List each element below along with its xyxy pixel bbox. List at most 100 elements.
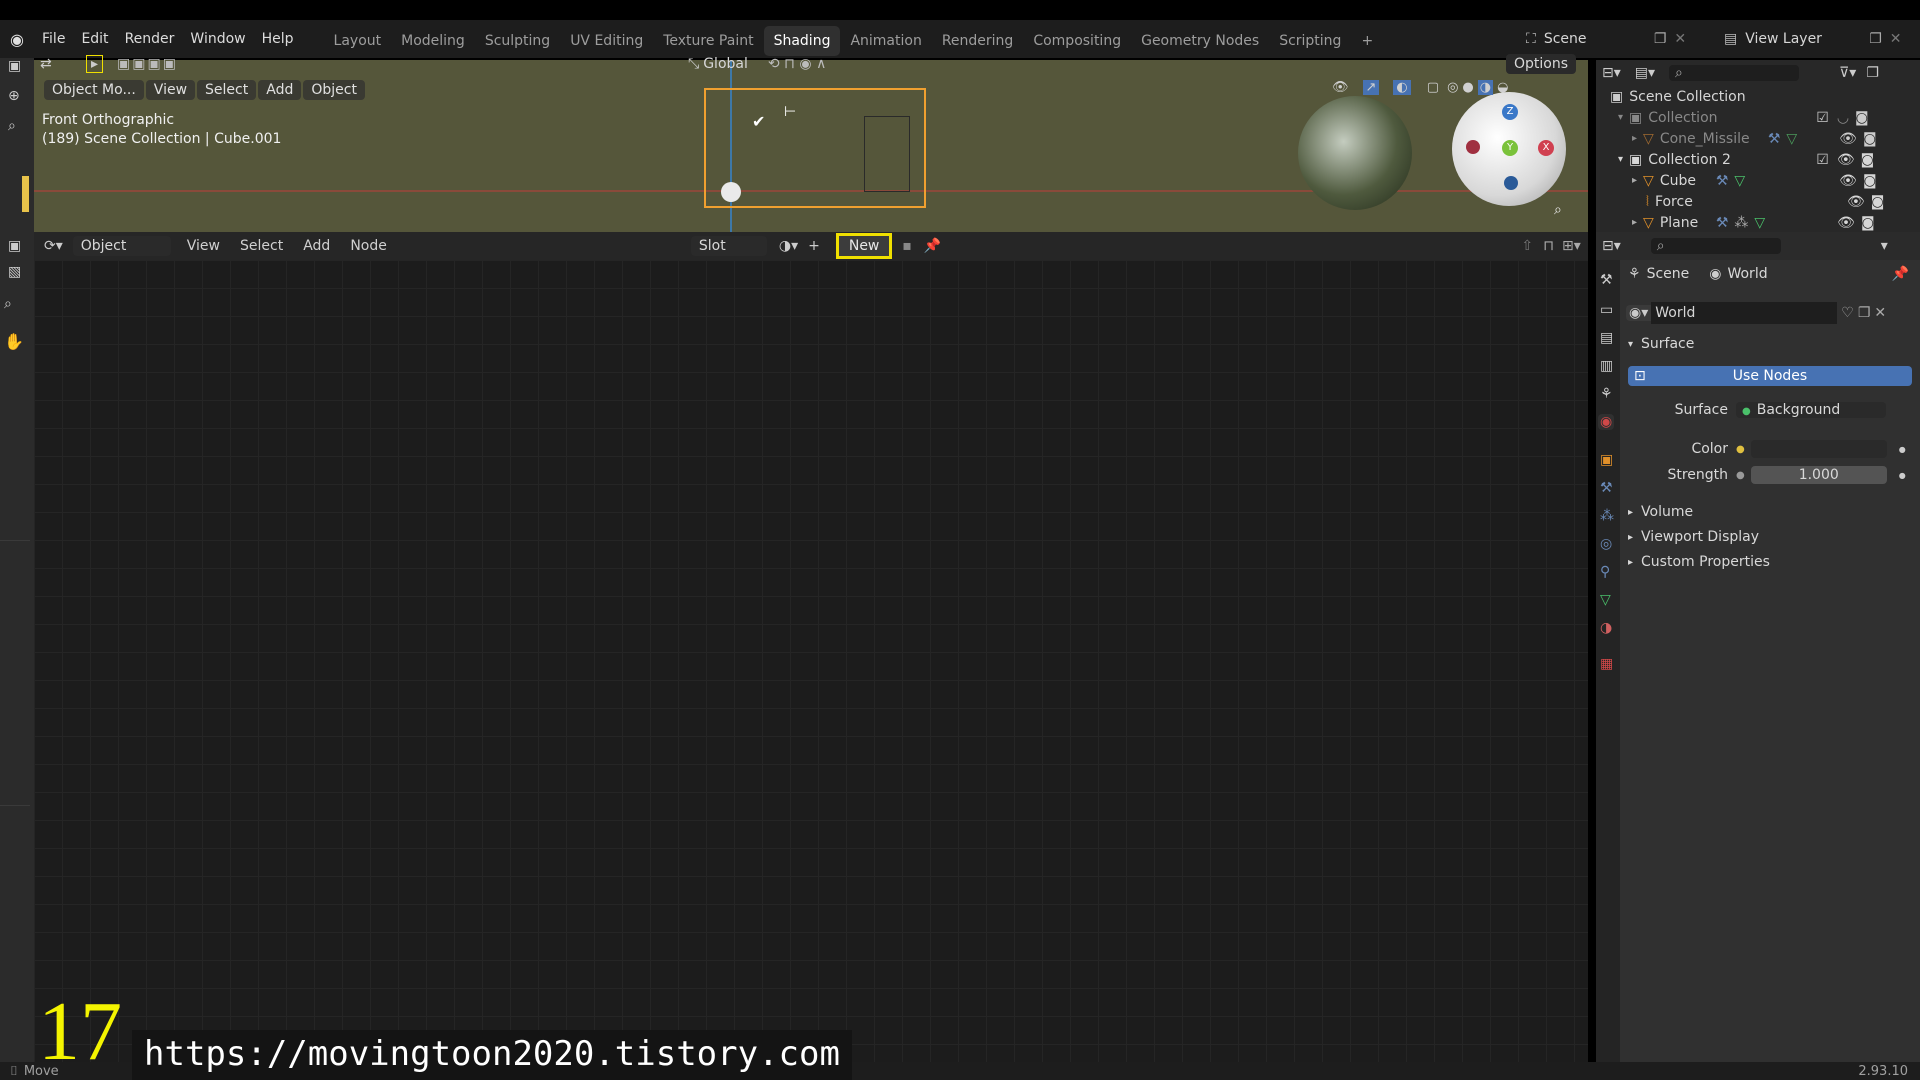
- visibility-icon[interactable]: 👁: [1837, 215, 1855, 231]
- render-toggle-icon[interactable]: ◙: [1861, 152, 1875, 168]
- node-menu-add[interactable]: Add: [293, 238, 340, 254]
- outliner-row-collection[interactable]: ▾ ▣ Collection ☑ ◡ ◙: [1596, 107, 1920, 128]
- visibility-icon[interactable]: 👁: [1839, 173, 1857, 189]
- node-menu-node[interactable]: Node: [340, 238, 397, 254]
- viewport-menu-view[interactable]: View: [145, 80, 196, 100]
- visibility-icon[interactable]: 👁: [1847, 194, 1865, 210]
- gizmo-x-icon[interactable]: X: [1538, 140, 1554, 156]
- render-toggle-icon[interactable]: ◙: [1863, 173, 1877, 189]
- tab-animation[interactable]: Animation: [840, 26, 931, 56]
- physics-tab-icon[interactable]: ◎: [1600, 536, 1612, 552]
- outliner-row-plane[interactable]: ▸ ▽ Plane ⚒ ⁂ ▽ 👁 ◙: [1596, 212, 1920, 233]
- object-tab-icon[interactable]: ▣: [1600, 452, 1613, 468]
- expand-icon[interactable]: ▸: [1632, 217, 1637, 228]
- options-dropdown[interactable]: Options: [1506, 54, 1577, 74]
- solid-shading-icon[interactable]: ●: [1462, 80, 1473, 95]
- render-toggle-icon[interactable]: ◙: [1871, 194, 1885, 210]
- render-toggle-icon[interactable]: ◙: [1855, 110, 1869, 126]
- node-menu-view[interactable]: View: [177, 238, 230, 254]
- light-object-icon[interactable]: [721, 182, 741, 202]
- hand-pan-icon[interactable]: ✋: [4, 332, 24, 351]
- tab-modeling[interactable]: Modeling: [391, 26, 475, 56]
- tool-tab-icon[interactable]: ⚒: [1600, 272, 1613, 288]
- scene-tab-icon[interactable]: ⚘: [1600, 386, 1613, 402]
- constraints-tab-icon[interactable]: ⚲: [1600, 564, 1610, 580]
- object-mode-dropdown[interactable]: Object Mo...: [44, 80, 144, 100]
- cursor-tool-icon[interactable]: ⊕: [8, 88, 20, 104]
- visibility-icon[interactable]: 👁: [1839, 131, 1857, 147]
- exclude-checkbox[interactable]: ☑: [1816, 152, 1829, 168]
- properties-editor-icon[interactable]: ⊟▾: [1602, 238, 1621, 254]
- duplicate-world-icon[interactable]: ❐: [1858, 305, 1871, 321]
- surface-shader-dropdown[interactable]: ● Background: [1736, 402, 1886, 418]
- image-tool-icon[interactable]: ▧: [8, 264, 21, 280]
- add-workspace-icon[interactable]: +: [1351, 26, 1383, 56]
- rendered-shading-icon[interactable]: ◒: [1497, 80, 1508, 95]
- blender-logo-icon[interactable]: ◉: [0, 30, 34, 49]
- select-box-icon[interactable]: ▸: [86, 55, 104, 73]
- custom-properties-panel-header[interactable]: ▸ Custom Properties: [1628, 554, 1770, 570]
- xray-icon[interactable]: ▢: [1427, 80, 1439, 95]
- view-layer-selector[interactable]: ▤ View Layer ❐ ✕: [1724, 24, 1902, 54]
- tab-scripting[interactable]: Scripting: [1269, 26, 1351, 56]
- view-layer-tab-icon[interactable]: ▥: [1600, 358, 1613, 374]
- render-tab-icon[interactable]: ▭: [1600, 302, 1613, 318]
- render-toggle-icon[interactable]: ◙: [1861, 215, 1875, 231]
- outliner-row-scene-collection[interactable]: ▣ Scene Collection: [1596, 86, 1920, 107]
- parent-node-tree-icon[interactable]: ⇧: [1521, 238, 1533, 254]
- shader-object-dropdown[interactable]: Object: [72, 236, 171, 256]
- material-tab-icon[interactable]: ◑: [1600, 620, 1612, 636]
- properties-search-icon[interactable]: ⌕: [1650, 238, 1781, 254]
- add-material-slot-icon[interactable]: +: [808, 238, 820, 254]
- new-material-button[interactable]: New: [835, 233, 893, 259]
- visibility-hidden-icon[interactable]: ◡: [1837, 110, 1849, 126]
- copy-view-layer-icon[interactable]: ❐: [1869, 31, 1882, 47]
- pin-icon[interactable]: 📌: [924, 238, 941, 254]
- shader-type-icon[interactable]: ⟳▾: [44, 238, 63, 254]
- world-tab-icon[interactable]: ◉: [1598, 414, 1615, 430]
- use-nodes-button[interactable]: ⊡ Use Nodes: [1628, 366, 1912, 386]
- expand-icon[interactable]: ▾: [1618, 154, 1623, 165]
- expand-icon[interactable]: ▾: [1618, 112, 1623, 123]
- outliner-row-cone-missile[interactable]: ▸ ▽ Cone_Missile ⚒ ▽ 👁 ◙: [1596, 128, 1920, 149]
- keyframe-dot-icon[interactable]: ●: [1899, 471, 1906, 480]
- select-mode-icons[interactable]: ▣▣▣▣: [117, 56, 178, 72]
- tab-uv-editing[interactable]: UV Editing: [560, 26, 653, 56]
- outliner-row-collection-2[interactable]: ▾ ▣ Collection 2 ☑ 👁 ◙: [1596, 149, 1920, 170]
- surface-panel-header[interactable]: ▾ Surface: [1628, 336, 1694, 352]
- strength-field[interactable]: 1.000: [1750, 466, 1887, 484]
- gizmo-neg-z-icon[interactable]: [1504, 176, 1518, 190]
- scroll-region[interactable]: [0, 540, 30, 806]
- pin-icon[interactable]: 📌: [1892, 266, 1909, 282]
- snap-target-icon[interactable]: ⊞▾: [1562, 238, 1581, 254]
- tab-geometry-nodes[interactable]: Geometry Nodes: [1131, 26, 1269, 56]
- outliner-editor-icon[interactable]: ⊟▾: [1602, 65, 1621, 81]
- world-name-field[interactable]: World: [1651, 302, 1838, 324]
- tab-rendering[interactable]: Rendering: [932, 26, 1024, 56]
- outliner-search-icon[interactable]: ⌕: [1669, 65, 1800, 81]
- visibility-icon[interactable]: 👁: [1332, 80, 1349, 95]
- gizmo-toggle-icon[interactable]: ↗: [1362, 80, 1380, 95]
- zoom-icon[interactable]: ⌕: [4, 296, 12, 312]
- snap-node-icon[interactable]: ⊓: [1543, 238, 1554, 254]
- filter-icon[interactable]: ⊽▾: [1839, 65, 1856, 81]
- texture-tab-icon[interactable]: ▦: [1600, 656, 1613, 672]
- transform-icon[interactable]: ⇄: [40, 56, 86, 72]
- display-mode-icon[interactable]: ▤▾: [1635, 65, 1655, 81]
- close-view-layer-icon[interactable]: ✕: [1890, 31, 1902, 47]
- unlink-world-icon[interactable]: ✕: [1874, 305, 1886, 321]
- exclude-checkbox[interactable]: ☑: [1816, 110, 1829, 126]
- viewport-menu-select[interactable]: Select: [197, 80, 257, 100]
- navigation-gizmo[interactable]: Z Y X: [1452, 92, 1566, 206]
- outliner-row-cube[interactable]: ▸ ▽ Cube ⚒ ▽ 👁 ◙: [1596, 170, 1920, 191]
- tab-texture-paint[interactable]: Texture Paint: [653, 26, 763, 56]
- close-scene-icon[interactable]: ✕: [1674, 31, 1686, 47]
- zoom-view-icon[interactable]: ⌕: [1554, 202, 1562, 218]
- overlay-toggle-icon[interactable]: ◐: [1393, 80, 1411, 95]
- material-shading-icon[interactable]: ◑: [1477, 80, 1494, 95]
- viewport-menu-object[interactable]: Object: [303, 80, 365, 100]
- tab-sculpting[interactable]: Sculpting: [475, 26, 560, 56]
- gizmo-y-icon[interactable]: Y: [1502, 140, 1518, 156]
- particles-tab-icon[interactable]: ⁂: [1600, 508, 1614, 524]
- fake-user-icon[interactable]: ▪: [902, 238, 912, 254]
